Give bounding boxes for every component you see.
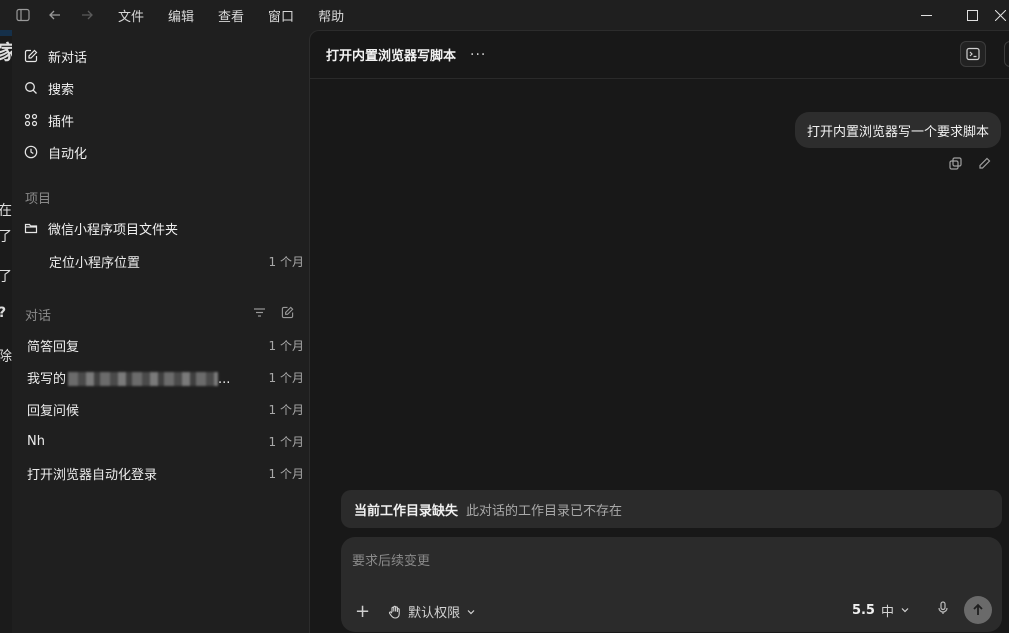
strip-glyph: 了 [0,229,12,245]
new-chat-small-icon[interactable] [281,306,294,323]
menu-file[interactable]: 文件 [106,6,156,25]
chat-title-ellipsis: ... [218,371,231,387]
chat-item[interactable]: 我写的... 1 个月 [24,363,304,391]
terminal-icon [966,47,980,61]
chat-title: Nh [27,433,45,449]
message-actions [949,157,991,174]
back-arrow-icon[interactable] [44,4,66,26]
permission-label: 默认权限 [408,606,461,621]
composer[interactable]: 要求后续变更 + 默认权限 5.5 中 [341,537,1002,632]
menu-help[interactable]: 帮助 [306,6,356,25]
nav-label: 新对话 [48,50,88,66]
project-chat-title: 定位小程序位置 [49,255,141,271]
minimize-icon[interactable] [903,0,949,30]
project-folder-label: 微信小程序项目文件夹 [48,222,179,238]
chat-time: 1 个月 [268,402,304,417]
strip-glyph: 家 [0,40,12,64]
chevron-down-icon [467,609,475,614]
composer-left-tools: + 默认权限 [355,601,476,622]
menu-bar: 文件 编辑 查看 窗口 帮助 [106,6,356,25]
menu-window[interactable]: 窗口 [256,6,306,25]
chevron-down-icon [901,608,909,613]
sidebar: 新对话 搜索 插件 自动化 项目 微信小程序项目文件夹 定位小程序位置 1 个月… [12,30,308,633]
model-version: 5.5 [851,602,875,618]
menu-view[interactable]: 查看 [206,6,256,25]
nav-label: 自动化 [48,146,88,162]
forward-arrow-icon[interactable] [76,4,98,26]
terminal-button[interactable] [960,41,986,67]
user-message: 打开内置浏览器写一个要求脚本 [794,112,1001,148]
chats-label: 对话 [25,309,52,324]
plugins-button[interactable]: 插件 [24,106,74,134]
main-header: 打开内置浏览器写脚本 ··· [310,31,1009,79]
nav-label: 插件 [48,114,75,130]
chat-item[interactable]: 打开浏览器自动化登录 1 个月 [24,459,304,487]
menu-edit[interactable]: 编辑 [156,6,206,25]
chat-item[interactable]: 回复问候 1 个月 [24,395,304,423]
plugins-icon [24,113,38,127]
model-level: 中 [880,604,894,620]
copy-icon[interactable] [949,157,962,174]
chat-time: 1 个月 [268,466,304,481]
edit-icon [24,49,38,63]
clock-icon [24,145,38,159]
project-chat-time: 1 个月 [268,254,304,269]
panel-toggle-button[interactable] [1004,41,1009,67]
warning-text: 此对话的工作目录已不存在 [466,503,623,519]
warning-title: 当前工作目录缺失 [354,503,459,519]
chat-title: 简答回复 [27,339,80,355]
model-selector[interactable]: 5.5 中 [852,601,910,620]
background-window-strip: 家 在 了 了 ? 除 [0,30,12,633]
project-folder[interactable]: 微信小程序项目文件夹 [24,214,178,242]
chat-title: 打开浏览器自动化登录 [27,467,158,483]
microphone-icon[interactable] [936,601,950,619]
strip-glyph: ? [0,305,6,321]
redacted-text [68,372,219,386]
chat-time: 1 个月 [268,434,304,449]
maximize-icon[interactable] [949,0,995,30]
chat-time: 1 个月 [268,370,304,385]
nav-label: 搜索 [48,82,75,98]
page-title: 打开内置浏览器写脚本 [326,49,457,64]
chat-item[interactable]: 简答回复 1 个月 [24,331,304,359]
more-options-icon[interactable]: ··· [470,47,486,63]
window-controls [903,0,1009,30]
filter-icon[interactable] [253,306,266,323]
folder-icon [24,223,38,234]
new-chat-button[interactable]: 新对话 [24,42,87,70]
edit-message-icon[interactable] [978,157,991,174]
main-panel: 打开内置浏览器写脚本 ··· 打开内置浏览器写一个要求脚本 当前工作目录缺失 此… [309,30,1009,633]
close-icon[interactable] [995,0,1009,30]
add-attachment-icon[interactable]: + [355,601,370,622]
composer-placeholder[interactable]: 要求后续变更 [352,550,430,569]
arrow-up-icon [973,603,983,615]
strip-glyph: 除 [0,349,12,365]
strip-glyph: 在 [0,203,12,219]
projects-label: 项目 [25,192,52,207]
chat-time: 1 个月 [268,338,304,353]
missing-directory-banner: 当前工作目录缺失 此对话的工作目录已不存在 [341,490,1002,528]
chat-title: 我写的 [27,371,67,387]
sidebar-toggle-icon[interactable] [12,4,34,26]
hand-icon [389,605,400,619]
project-chat-item[interactable]: 定位小程序位置 1 个月 [24,247,304,275]
chat-item[interactable]: Nh 1 个月 [24,427,304,455]
title-bar: 文件 编辑 查看 窗口 帮助 [0,0,1009,30]
search-button[interactable]: 搜索 [24,74,74,102]
composer-right-tools: 5.5 中 [852,596,992,624]
send-button[interactable] [964,596,992,624]
strip-glyph: 了 [0,269,12,285]
permission-selector[interactable]: 默认权限 [388,602,476,621]
search-icon [25,82,37,94]
chat-title: 回复问候 [27,403,80,419]
automation-button[interactable]: 自动化 [24,138,87,166]
